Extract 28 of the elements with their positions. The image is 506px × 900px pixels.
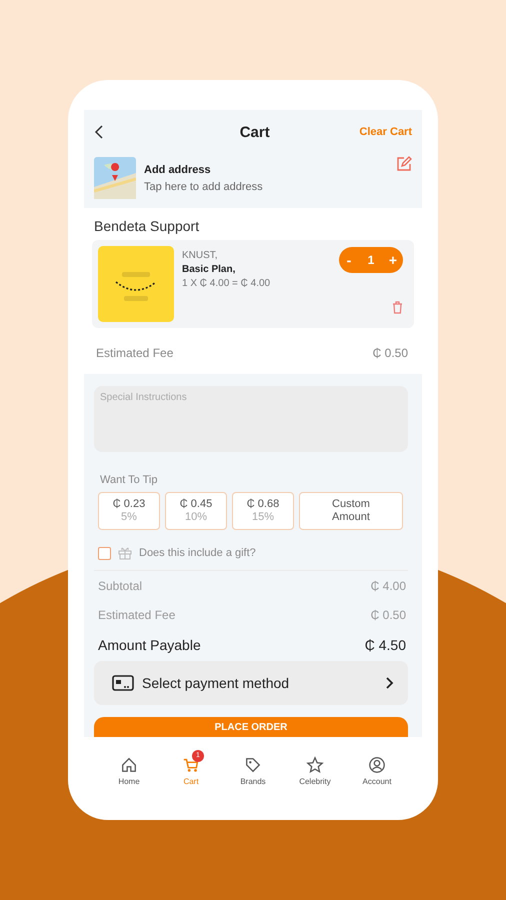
tip-option[interactable]: ₵ 0.45 10% <box>165 492 227 530</box>
item-name: Basic Plan, <box>182 264 236 275</box>
instructions-field[interactable]: Special Instructions <box>94 386 408 452</box>
item-location: KNUST, <box>182 250 219 261</box>
nav-tab[interactable]: Celebrity <box>284 752 346 790</box>
nav-tab[interactable]: Home <box>98 752 160 790</box>
screen-title: Cart <box>238 124 271 140</box>
gift-label: Does this include a gift? <box>139 547 256 559</box>
summary-value: ₵ 4.00 <box>370 579 406 593</box>
payment-method-button[interactable]: Select payment method <box>94 661 408 705</box>
summary-label: Estimated Fee <box>98 608 176 622</box>
address-title: Add address <box>144 164 212 176</box>
tip-option[interactable]: Custom Amount <box>299 492 403 530</box>
tip-label: Want To Tip <box>100 474 158 486</box>
summary-value: ₵ 0.50 <box>370 608 406 622</box>
tip-option[interactable]: ₵ 0.23 5% <box>98 492 160 530</box>
fee-label: Estimated Fee <box>96 346 174 360</box>
tip-option[interactable]: ₵ 0.68 15% <box>232 492 294 530</box>
nav-tab[interactable]: Account <box>346 752 408 790</box>
address-hint: Tap here to add address <box>144 180 264 192</box>
fee-value: ₵ 0.50 <box>372 346 408 360</box>
summary-value: ₵ 4.50 <box>364 637 406 653</box>
summary-label: Subtotal <box>98 579 142 593</box>
quantity-value: 1 <box>368 253 374 267</box>
item-price: 1 X ₵ 4.00 = ₵ 4.00 <box>182 278 272 289</box>
store-name: Bendeta Support <box>93 217 200 236</box>
summary-label: Amount Payable <box>98 637 201 653</box>
nav-tab[interactable]: Brands <box>222 752 284 790</box>
